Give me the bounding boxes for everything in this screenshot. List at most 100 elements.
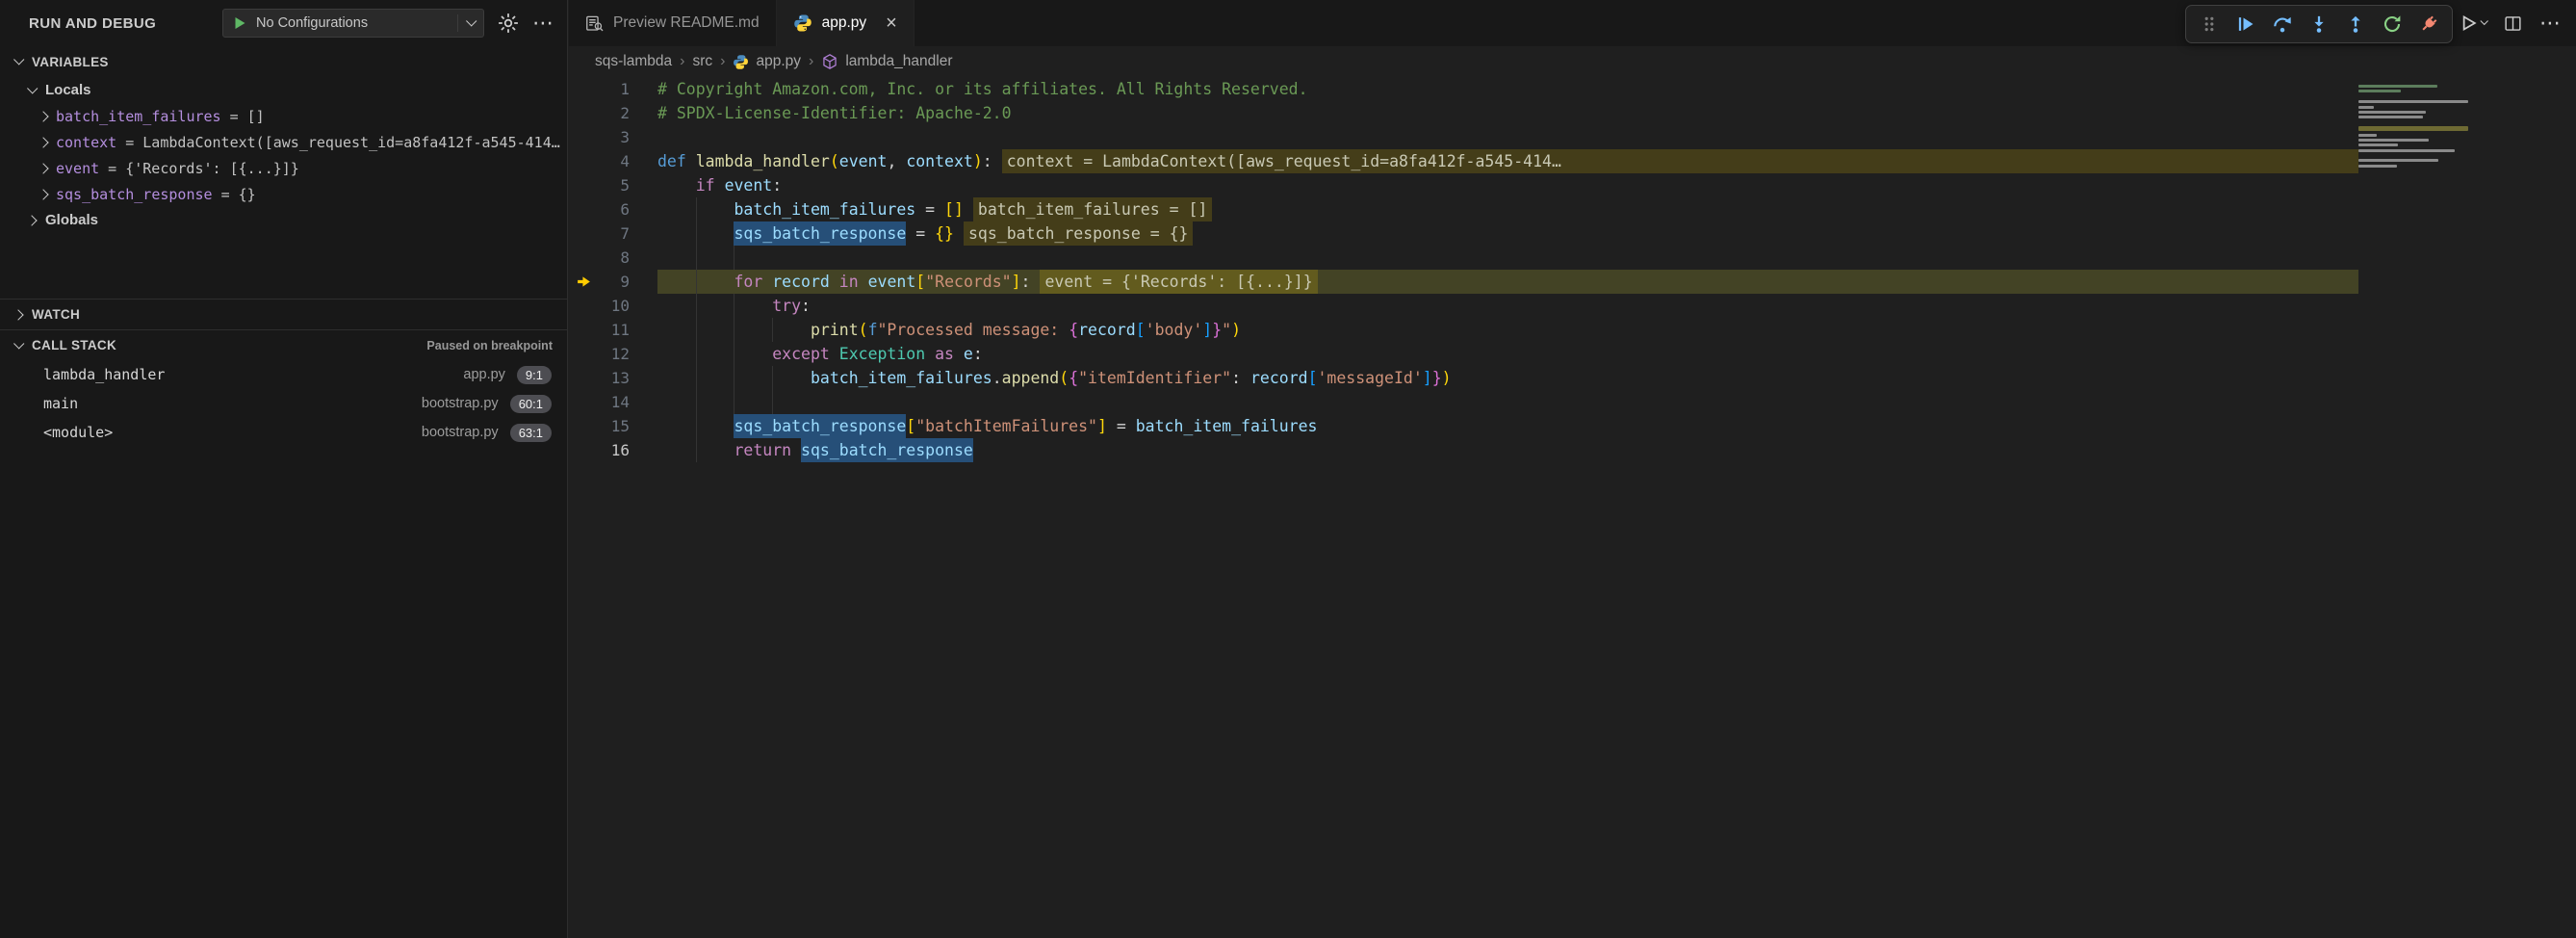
code-token[interactable]: # Copyright Amazon.com, Inc. or its affi… [657, 77, 1308, 101]
code-line-10[interactable]: 10 try: [569, 294, 2576, 318]
code-line-5[interactable]: 5 if event: [569, 173, 2576, 197]
start-debug-icon[interactable] [232, 15, 247, 31]
code-line-content[interactable]: print(f"Processed message: {record['body… [657, 318, 2358, 342]
code-token[interactable]: event [725, 173, 773, 197]
line-number[interactable]: 9 [620, 270, 630, 294]
code-token[interactable]: 'body' [1146, 318, 1203, 342]
line-number[interactable]: 6 [620, 197, 630, 221]
gutter[interactable]: 14 [569, 390, 657, 414]
tab-app-py[interactable]: app.py × [777, 0, 914, 46]
code-token[interactable]: "Processed message: [878, 318, 1069, 342]
code-token[interactable]: event [839, 149, 888, 173]
code-token[interactable]: [] [944, 197, 964, 221]
code-token[interactable]: [ [1308, 366, 1318, 390]
code-line-13[interactable]: 13 batch_item_failures.append({"itemIden… [569, 366, 2576, 390]
minimap[interactable] [2358, 81, 2474, 169]
gutter[interactable]: 11 [569, 318, 657, 342]
line-number[interactable]: 15 [611, 414, 630, 438]
code-token[interactable]: : [973, 342, 983, 366]
code-token[interactable]: ( [1059, 366, 1069, 390]
gutter[interactable]: 6 [569, 197, 657, 221]
code-line-content[interactable]: batch_item_failures.append({"itemIdentif… [657, 366, 2358, 390]
more-actions-icon[interactable]: ⋯ [532, 13, 554, 34]
code-token[interactable]: : [772, 173, 782, 197]
gutter[interactable]: 1 [569, 77, 657, 101]
code-token[interactable]: " [1222, 318, 1231, 342]
code-token[interactable]: f [868, 318, 878, 342]
code-line-15[interactable]: 15 sqs_batch_response["batchItemFailures… [569, 414, 2576, 438]
code-token[interactable]: [ [1136, 318, 1146, 342]
code-token[interactable]: sqs_batch_response [801, 438, 973, 462]
code-line-content[interactable]: sqs_batch_response["batchItemFailures"] … [657, 414, 2358, 438]
watch-section-header[interactable]: WATCH [0, 299, 567, 329]
code-line-7[interactable]: 7 sqs_batch_response = {}sqs_batch_respo… [569, 221, 2576, 246]
gutter[interactable]: 10 [569, 294, 657, 318]
code-token[interactable]: except [772, 342, 839, 366]
code-token[interactable]: "itemIdentifier" [1078, 366, 1231, 390]
line-number[interactable]: 3 [620, 125, 630, 149]
drag-handle-button[interactable] [2193, 10, 2226, 39]
code-token[interactable]: "batchItemFailures" [915, 414, 1097, 438]
code-line-content[interactable]: for record in event["Records"]:event = {… [657, 270, 2358, 294]
code-token[interactable]: ) [1442, 366, 1452, 390]
run-python-file-button[interactable] [2459, 13, 2486, 33]
gutter[interactable]: 7 [569, 221, 657, 246]
code-token[interactable]: e [964, 342, 973, 366]
line-number[interactable]: 8 [620, 246, 630, 270]
code-token[interactable]: : [983, 149, 992, 173]
more-actions-icon[interactable]: ⋯ [2539, 13, 2561, 34]
code-line-content[interactable]: def lambda_handler(event, context):conte… [657, 149, 2358, 173]
gutter[interactable]: 4 [569, 149, 657, 173]
gutter[interactable]: 9 [569, 270, 657, 294]
close-tab-icon[interactable]: × [886, 13, 897, 33]
code-token[interactable]: lambda_handler [696, 149, 830, 173]
code-token[interactable]: print [811, 318, 859, 342]
continue-button[interactable] [2229, 10, 2262, 39]
step-out-button[interactable] [2339, 10, 2372, 39]
code-token[interactable]: ] [1012, 270, 1021, 294]
tab-preview-readme[interactable]: Preview README.md [569, 0, 777, 46]
code-token[interactable]: record [1250, 366, 1308, 390]
code-token[interactable]: 'messageId' [1318, 366, 1423, 390]
code-token[interactable]: if [696, 173, 725, 197]
code-token[interactable]: as [925, 342, 964, 366]
code-token[interactable]: : [801, 294, 811, 318]
code-token[interactable]: {} [935, 221, 954, 246]
gutter[interactable]: 8 [569, 246, 657, 270]
line-number[interactable]: 1 [620, 77, 630, 101]
gutter[interactable]: 12 [569, 342, 657, 366]
code-token[interactable]: record [772, 270, 830, 294]
breadcrumb-folder[interactable]: sqs-lambda [595, 53, 672, 70]
code-line-content[interactable] [657, 246, 2358, 270]
code-token[interactable]: Exception [839, 342, 925, 366]
code-token[interactable]: def [657, 149, 696, 173]
code-token[interactable]: ] [1097, 414, 1107, 438]
code-token[interactable]: "Records" [925, 270, 1011, 294]
disconnect-button[interactable] [2412, 10, 2445, 39]
code-token[interactable]: ( [830, 149, 839, 173]
line-number[interactable]: 14 [611, 390, 630, 414]
code-line-content[interactable] [657, 390, 2358, 414]
code-token[interactable]: ] [1202, 318, 1212, 342]
line-number[interactable]: 2 [620, 101, 630, 125]
line-number[interactable]: 12 [611, 342, 630, 366]
code-token[interactable]: . [992, 366, 1002, 390]
gutter[interactable]: 15 [569, 414, 657, 438]
code-token[interactable]: { [1069, 366, 1078, 390]
breadcrumb-folder[interactable]: src [692, 53, 712, 70]
line-number[interactable]: 11 [611, 318, 630, 342]
code-token[interactable]: ( [859, 318, 868, 342]
gutter[interactable]: 16 [569, 438, 657, 462]
breadcrumb-file[interactable]: app.py [733, 53, 801, 70]
code-token[interactable]: = [1107, 414, 1136, 438]
code-token[interactable]: , [887, 149, 906, 173]
code-token[interactable]: : [1021, 270, 1031, 294]
variable-row[interactable]: event= {'Records': [{...}]} [0, 155, 567, 181]
code-line-14[interactable]: 14 [569, 390, 2576, 414]
step-over-button[interactable] [2266, 10, 2299, 39]
code-token[interactable]: event [868, 270, 916, 294]
code-token[interactable]: return [734, 438, 801, 462]
code-line-3[interactable]: 3 [569, 125, 2576, 149]
gutter[interactable]: 13 [569, 366, 657, 390]
code-line-content[interactable] [657, 125, 2358, 149]
